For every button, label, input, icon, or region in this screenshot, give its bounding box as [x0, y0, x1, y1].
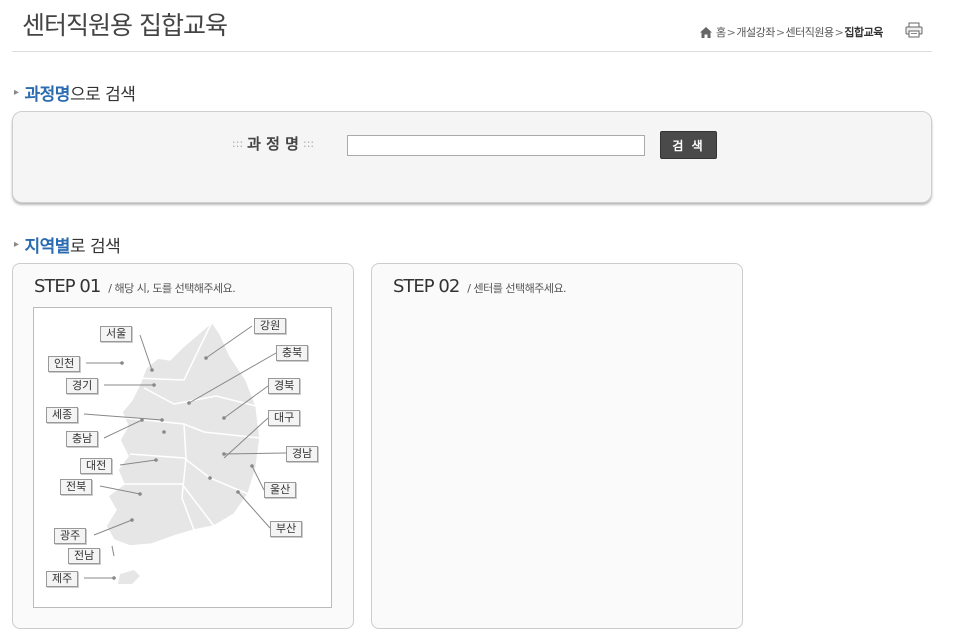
title-rest: 로 검색 [69, 237, 121, 257]
mainland-shape [105, 320, 261, 547]
region-daejeon[interactable]: 대전 [80, 458, 113, 474]
breadcrumb-separator: > [726, 25, 736, 39]
region-jeonbuk[interactable]: 전북 [60, 479, 93, 495]
region-seoul[interactable]: 서울 [100, 326, 133, 342]
home-icon[interactable] [700, 26, 712, 38]
region-chungbuk[interactable]: 충북 [276, 345, 309, 361]
region-gyeongnam[interactable]: 경남 [286, 446, 319, 462]
step1-header: STEP 01 / 해당 시, 도를 선택해주세요. [34, 276, 236, 297]
region-incheon[interactable]: 인천 [48, 356, 81, 372]
breadcrumb-separator: > [775, 25, 785, 39]
breadcrumb-level1[interactable]: 개설강좌 [736, 24, 775, 40]
step1-desc: / 해당 시, 도를 선택해주세요. [108, 282, 236, 295]
breadcrumb-current: 집합교육 [844, 26, 883, 39]
breadcrumb: 홈 > 개설강좌 > 센터직원용 > 집합교육 [700, 24, 883, 40]
label-dots-left: ::: [232, 137, 244, 150]
region-gangwon[interactable]: 강원 [254, 318, 287, 334]
step2-title: STEP 02 [393, 276, 460, 297]
title-highlight: 지역별 [24, 237, 71, 257]
region-ulsan[interactable]: 울산 [264, 482, 297, 498]
search-button[interactable]: 검 색 [660, 131, 717, 159]
region-search-title: ▸ 지역별 로 검색 [14, 232, 121, 257]
breadcrumb-level2[interactable]: 센터직원용 [786, 24, 835, 40]
title-divider [12, 51, 932, 52]
region-gyeongbuk[interactable]: 경북 [268, 378, 301, 394]
course-search-panel [12, 111, 932, 203]
korea-map: 서울 강원 인천 충북 경기 경북 세종 대구 충남 경남 대전 울산 전북 부… [33, 307, 332, 608]
region-daegu[interactable]: 대구 [268, 410, 301, 426]
step2-header: STEP 02 / 센터를 선택해주세요. [393, 276, 567, 297]
page-title: 센터직원용 집합교육 [22, 11, 228, 40]
jeju-island [118, 570, 140, 584]
course-name-label-text: 과 정 명 [247, 135, 299, 153]
triangle-bullet-icon: ▸ [14, 239, 19, 250]
course-name-input[interactable] [347, 135, 645, 156]
triangle-bullet-icon: ▸ [14, 87, 19, 98]
course-search-title: ▸ 과정명 으로 검색 [14, 80, 136, 105]
region-sejong[interactable]: 세종 [46, 407, 79, 423]
step1-title: STEP 01 [34, 276, 101, 297]
region-gyeonggi[interactable]: 경기 [66, 378, 99, 394]
breadcrumb-home[interactable]: 홈 [716, 24, 726, 40]
label-dots-right: ::: [302, 137, 315, 150]
region-gwangju[interactable]: 광주 [54, 528, 87, 544]
region-jeonnam[interactable]: 전남 [68, 548, 101, 564]
step2-panel [371, 263, 743, 629]
title-highlight: 과정명 [24, 85, 71, 105]
printer-icon[interactable] [905, 22, 923, 38]
step2-desc: / 센터를 선택해주세요. [467, 282, 567, 295]
region-jeju[interactable]: 제주 [46, 571, 79, 587]
course-name-label: ::: 과 정 명 ::: [228, 133, 318, 154]
region-busan[interactable]: 부산 [270, 521, 303, 537]
breadcrumb-separator: > [834, 25, 844, 39]
title-rest: 으로 검색 [69, 85, 136, 105]
region-chungnam[interactable]: 충남 [66, 431, 99, 447]
